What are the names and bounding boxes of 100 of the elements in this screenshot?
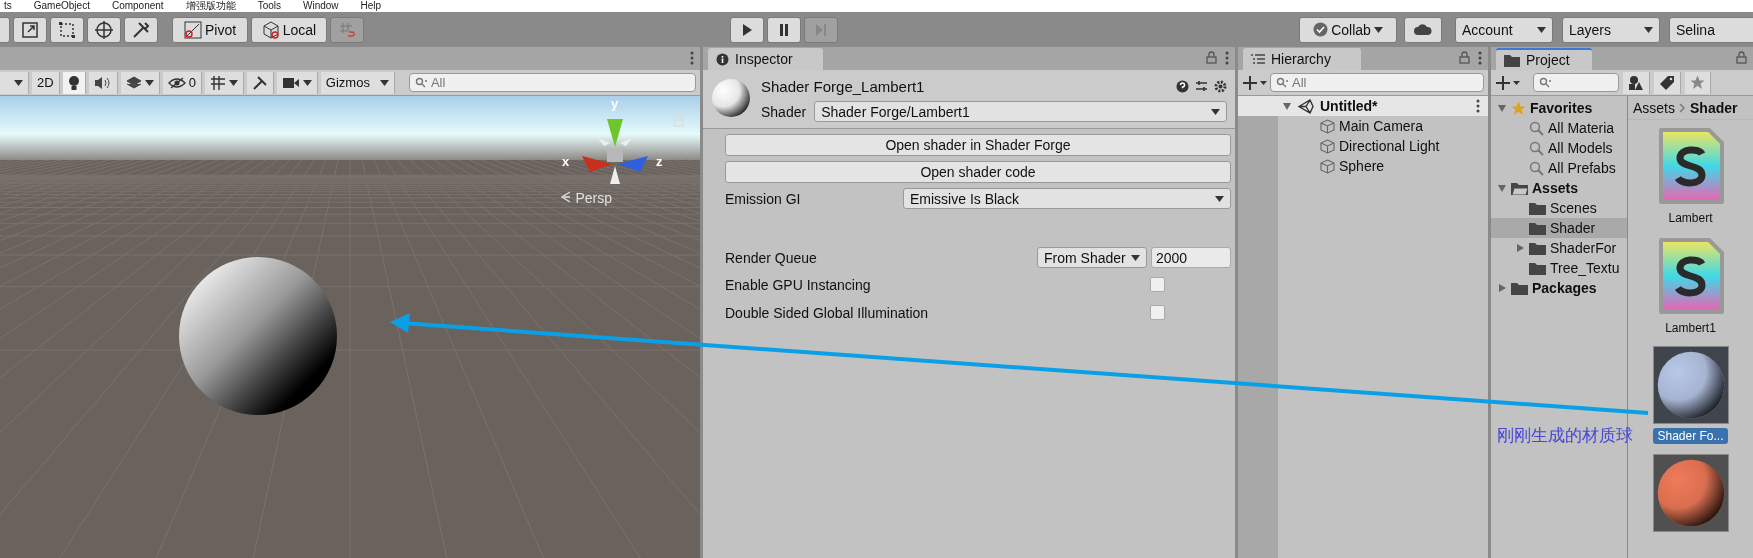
audio-toggle[interactable] bbox=[88, 71, 118, 94]
filter-type-button[interactable] bbox=[1623, 71, 1650, 94]
lighting-toggle[interactable] bbox=[62, 71, 86, 94]
emission-dropdown[interactable]: Emissive Is Black bbox=[903, 188, 1231, 209]
grid-dropdown[interactable] bbox=[204, 71, 244, 94]
search-icon bbox=[1539, 77, 1552, 88]
info-icon bbox=[716, 52, 729, 66]
hierarchy-item[interactable]: Sphere bbox=[1238, 156, 1488, 176]
search-field[interactable]: All bbox=[1270, 73, 1484, 92]
axis-label: z bbox=[656, 154, 663, 169]
inspector-tab[interactable]: Inspector bbox=[708, 48, 823, 70]
project-tree-item[interactable]: All Materia bbox=[1491, 118, 1627, 138]
breadcrumb-item[interactable]: Shader bbox=[1690, 99, 1738, 116]
render-queue-field[interactable]: 2000 bbox=[1151, 247, 1231, 268]
project-tab[interactable]: Project bbox=[1496, 48, 1592, 70]
scene-name: Untitled* bbox=[1320, 98, 1378, 114]
account-dropdown[interactable]: Account bbox=[1455, 16, 1553, 43]
asset-tile[interactable]: Lambert bbox=[1655, 126, 1726, 226]
scene-row[interactable]: Untitled* bbox=[1238, 96, 1488, 116]
project-tree-item[interactable]: Packages bbox=[1491, 278, 1627, 298]
play-button[interactable] bbox=[730, 16, 764, 43]
expanded-arrow-icon bbox=[1497, 183, 1507, 193]
search-field[interactable]: All bbox=[408, 73, 696, 92]
hierarchy-item[interactable]: Main Camera bbox=[1238, 116, 1488, 136]
tools-toggle[interactable] bbox=[246, 71, 274, 94]
project-tree-item[interactable]: All Models bbox=[1491, 138, 1627, 158]
breadcrumb-item[interactable]: Assets bbox=[1633, 99, 1675, 116]
material-preview-icon bbox=[711, 78, 751, 118]
add-icon[interactable] bbox=[1495, 74, 1521, 91]
tool-button[interactable] bbox=[124, 16, 158, 43]
field-label: Double Sided Global Illumination bbox=[725, 304, 929, 321]
menu-item[interactable]: ts bbox=[4, 0, 12, 12]
folder-icon bbox=[1529, 201, 1546, 215]
tool-button[interactable] bbox=[50, 16, 84, 43]
tool-button[interactable] bbox=[87, 16, 121, 43]
local-button[interactable]: Local bbox=[251, 16, 327, 43]
hidden-objects-toggle[interactable]: 0 bbox=[162, 71, 202, 94]
material-title: Shader Forge_Lambert1 bbox=[761, 78, 925, 95]
lock-icon[interactable] bbox=[1206, 51, 1217, 64]
lock-icon[interactable] bbox=[1459, 51, 1470, 64]
user-dropdown[interactable]: Selina bbox=[1669, 16, 1753, 43]
menu-item[interactable]: Tools bbox=[257, 0, 281, 12]
menu-item[interactable]: 增强版功能 bbox=[185, 0, 236, 12]
settings-icon[interactable] bbox=[1214, 80, 1227, 93]
pause-button[interactable] bbox=[767, 16, 801, 43]
axis-label: x bbox=[562, 154, 570, 169]
cloud-button[interactable] bbox=[1404, 16, 1442, 43]
rect-tool-icon bbox=[57, 19, 77, 40]
dropdown-caret-icon bbox=[1131, 254, 1140, 261]
project-tree-item[interactable]: Tree_Textu bbox=[1491, 258, 1627, 278]
2d-toggle[interactable]: 2D bbox=[32, 71, 60, 94]
projection-toggle[interactable]: Persp bbox=[561, 190, 612, 206]
help-icon[interactable] bbox=[1176, 80, 1189, 93]
transform-tool-icon bbox=[94, 19, 114, 40]
menu-item[interactable]: Window bbox=[303, 0, 339, 12]
open-folder-icon bbox=[1511, 181, 1528, 195]
layers-dropdown[interactable]: Layers bbox=[1562, 16, 1660, 43]
draw-mode-dropdown[interactable] bbox=[0, 71, 29, 94]
tool-button[interactable] bbox=[13, 16, 47, 43]
lock-icon[interactable] bbox=[1736, 51, 1747, 64]
hierarchy-tab[interactable]: Hierarchy bbox=[1243, 48, 1361, 70]
menu-item[interactable]: Component bbox=[111, 0, 164, 12]
asset-tile[interactable]: Lambert1 bbox=[1655, 236, 1726, 336]
preset-icon[interactable] bbox=[1195, 80, 1208, 93]
more-options-icon[interactable] bbox=[1225, 51, 1229, 65]
project-tree-item[interactable]: All Prefabs bbox=[1491, 158, 1627, 178]
dropdown-caret-icon bbox=[1373, 26, 1383, 33]
project-tree-item[interactable]: Assets bbox=[1491, 178, 1627, 198]
search-field[interactable] bbox=[1533, 73, 1619, 92]
effects-dropdown[interactable] bbox=[120, 71, 160, 94]
chevron-icon bbox=[1679, 102, 1686, 113]
dropdown-caret-icon bbox=[379, 79, 389, 86]
project-tree-item[interactable]: Shader bbox=[1491, 218, 1627, 238]
more-options-icon[interactable] bbox=[1476, 99, 1480, 113]
folder-icon bbox=[1529, 221, 1546, 235]
action-button[interactable]: Open shader code bbox=[725, 161, 1231, 183]
project-tree-item[interactable]: ShaderFor bbox=[1491, 238, 1627, 258]
pivot-button[interactable]: Pivot bbox=[172, 16, 248, 43]
checkbox[interactable] bbox=[1150, 277, 1165, 292]
render-queue-dropdown[interactable]: From Shader bbox=[1037, 247, 1147, 268]
search-icon bbox=[1529, 160, 1544, 176]
more-options-icon[interactable] bbox=[1478, 51, 1482, 65]
more-options-icon[interactable] bbox=[690, 51, 694, 65]
shader-dropdown[interactable]: Shader Forge/Lambert1 bbox=[814, 101, 1227, 122]
hierarchy-item[interactable]: Directional Light bbox=[1238, 136, 1488, 156]
checkbox[interactable] bbox=[1150, 305, 1165, 320]
add-icon[interactable] bbox=[1242, 74, 1268, 91]
project-tree-item[interactable]: Favorites bbox=[1491, 98, 1627, 118]
project-tree-item[interactable]: Scenes bbox=[1491, 198, 1627, 218]
filter-label-button[interactable] bbox=[1654, 71, 1681, 94]
menu-item[interactable]: Help bbox=[360, 0, 382, 12]
cloud-icon bbox=[1413, 23, 1433, 36]
gizmos-dropdown[interactable]: Gizmos bbox=[320, 71, 395, 94]
hidden-eye-icon bbox=[167, 76, 186, 89]
action-button[interactable]: Open shader in Shader Forge bbox=[725, 134, 1231, 156]
camera-dropdown[interactable] bbox=[276, 71, 318, 94]
scale-tool-icon bbox=[20, 19, 40, 40]
asset-tile[interactable] bbox=[1652, 454, 1729, 532]
menu-item[interactable]: GameObject bbox=[33, 0, 90, 12]
collab-button[interactable]: Collab bbox=[1299, 16, 1397, 43]
